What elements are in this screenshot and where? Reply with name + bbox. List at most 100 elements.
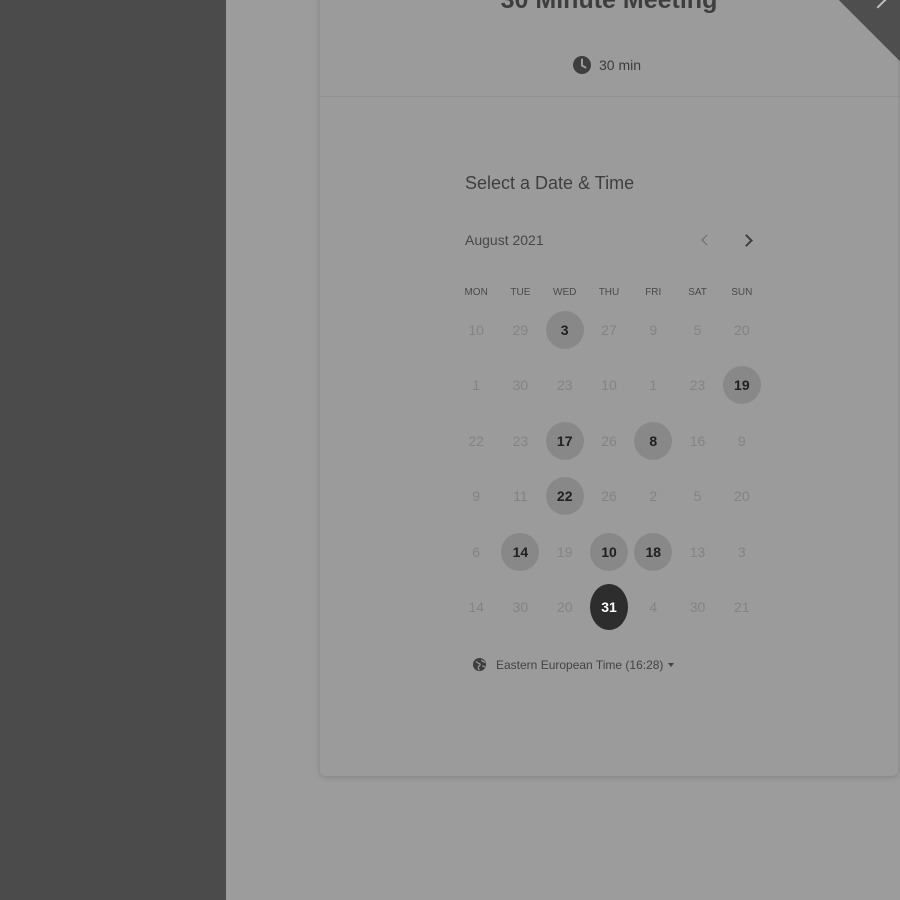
calendar-day-disabled: 1 — [472, 377, 481, 394]
calendar-day-disabled: 6 — [472, 543, 481, 560]
calendar-day-cell: 10 — [587, 524, 631, 580]
caret-down-icon — [668, 662, 675, 667]
clock-icon — [572, 55, 592, 75]
calendar-day-cell: 3 — [543, 302, 587, 358]
calendar-day-disabled: 23 — [689, 377, 706, 394]
calendar-day-disabled: 19 — [556, 543, 573, 560]
calendar-day-cell: 16 — [675, 413, 719, 469]
calendar-day-disabled: 22 — [468, 432, 484, 449]
weekday-label: MON — [464, 287, 488, 298]
weekday-label: WED — [553, 287, 577, 298]
calendar-day-cell: 20 — [543, 580, 587, 636]
calendar-day-available[interactable]: 3 — [545, 310, 584, 349]
calendar-day-disabled: 11 — [513, 488, 528, 505]
duration-label: 30 min — [599, 57, 642, 73]
calendar-day-cell: 17 — [543, 413, 587, 469]
calendar-day-cell: 18 — [631, 524, 675, 580]
calendar-day-cell: 6 — [454, 524, 498, 580]
calendar-grid: MON TUE WED THU FRI SAT SUN 10 29 3 27 9 5 20 1… — [454, 284, 764, 635]
calendar-day-cell: 26 — [587, 413, 631, 469]
event-title: 30 Minute Meeting — [500, 0, 718, 14]
duration-info: 30 min — [572, 53, 641, 77]
calendar-day-disabled: 2 — [649, 488, 658, 505]
calendar-day-cell: 20 — [720, 469, 764, 525]
calendar-day-disabled: 10 — [601, 377, 617, 394]
calendar-day-cell: 22 — [543, 469, 587, 525]
calendar-day-cell: 21 — [720, 580, 764, 636]
calendar-day-disabled: 3 — [737, 543, 746, 560]
calendar-day-disabled: 1 — [649, 377, 658, 394]
calendar-day-available[interactable]: 14 — [501, 532, 540, 571]
calendar-weeks: 10 29 3 27 9 5 20 1 30 23 10 1 23 19 22 23 17 26 8 16 9 9 11 22… — [454, 302, 764, 635]
chevron-left-icon — [701, 234, 713, 246]
calendar-day-available[interactable]: 18 — [634, 532, 673, 571]
calendar-week-row: 10 29 3 27 9 5 20 — [454, 302, 764, 358]
calendar-week-row: 6 14 19 10 18 13 3 — [454, 524, 764, 580]
calendar-day-cell: 2 — [631, 469, 675, 525]
chevron-right-icon — [740, 234, 753, 247]
calendar-day-cell: 10 — [587, 358, 631, 414]
calendar-day-cell: 11 — [498, 469, 542, 525]
calendar-day-available[interactable]: 19 — [722, 366, 761, 405]
calendar-day-disabled: 9 — [737, 432, 746, 449]
calendar-day-disabled: 4 — [649, 599, 658, 616]
weekday-label: THU — [598, 287, 620, 298]
next-month-button[interactable] — [734, 226, 762, 254]
calendar-day-available[interactable]: 10 — [589, 532, 628, 571]
calendar-day-disabled: 9 — [472, 488, 481, 505]
calendar-day-cell: 23 — [675, 358, 719, 414]
calendar-day-disabled: 14 — [468, 599, 484, 616]
calendar-day-disabled: 5 — [693, 321, 702, 338]
calendar-day-cell: 30 — [675, 580, 719, 636]
calendar-day-disabled: 20 — [734, 488, 750, 505]
calendar-day-disabled: 13 — [689, 543, 706, 560]
calendar-day-cell: 26 — [587, 469, 631, 525]
calendar-day-cell: 4 — [631, 580, 675, 636]
calendar-day-disabled: 30 — [512, 377, 529, 394]
calendar-day-disabled: 30 — [689, 599, 706, 616]
calendar-day-disabled: 26 — [601, 432, 617, 449]
calendar-day-disabled: 20 — [556, 599, 573, 616]
weekday-label: TUE — [510, 287, 531, 298]
timezone-selector[interactable]: Eastern European Time (16:28) — [472, 657, 675, 672]
calendar-day-cell: 29 — [498, 302, 542, 358]
calendar-day-cell: 22 — [454, 413, 498, 469]
event-header: 30 Minute Meeting 30 min — [320, 0, 898, 97]
calendar-week-row: 9 11 22 26 2 5 20 — [454, 469, 764, 525]
calendar-day-cell: 19 — [543, 524, 587, 580]
calendar-day-cell: 20 — [720, 302, 764, 358]
calendar-week-row: 14 30 20 31 4 30 21 — [454, 580, 764, 636]
calendar-day-disabled: 9 — [649, 321, 658, 338]
calendar-day-selected[interactable]: 31 — [589, 584, 628, 631]
calendar-day-cell: 31 — [587, 580, 631, 636]
calendar-day-cell: 9 — [454, 469, 498, 525]
timezone-label: Eastern European Time (16:28) — [496, 657, 664, 672]
calendar-day-cell: 19 — [720, 358, 764, 414]
calendar-day-disabled: 29 — [512, 321, 529, 338]
calendar-week-row: 1 30 23 10 1 23 19 — [454, 358, 764, 414]
calendar-day-cell: 14 — [454, 580, 498, 636]
globe-icon — [472, 657, 487, 672]
calendar-day-cell: 30 — [498, 358, 542, 414]
calendar-day-disabled: 27 — [601, 321, 617, 338]
calendar-day-cell: 1 — [454, 358, 498, 414]
calendar-week-row: 22 23 17 26 8 16 9 — [454, 413, 764, 469]
calendar-day-available[interactable]: 17 — [545, 421, 584, 460]
calendar-day-disabled: 23 — [556, 377, 573, 394]
prev-month-button[interactable] — [691, 226, 719, 254]
calendar-day-cell: 23 — [498, 413, 542, 469]
calendar-day-disabled: 30 — [512, 599, 529, 616]
calendar-day-cell: 9 — [720, 413, 764, 469]
calendar-day-disabled: 20 — [734, 321, 750, 338]
weekday-label: SUN — [731, 287, 753, 298]
calendar-day-cell: 8 — [631, 413, 675, 469]
month-label: August 2021 — [465, 232, 544, 248]
calendar-day-cell: 23 — [543, 358, 587, 414]
calendar-day-cell: 30 — [498, 580, 542, 636]
calendar-day-disabled: 5 — [693, 488, 702, 505]
calendar-day-cell: 5 — [675, 469, 719, 525]
calendar-day-available[interactable]: 22 — [545, 477, 584, 516]
calendar-day-disabled: 26 — [601, 488, 617, 505]
calendar-day-available[interactable]: 8 — [634, 421, 673, 460]
calendar-day-cell: 1 — [631, 358, 675, 414]
